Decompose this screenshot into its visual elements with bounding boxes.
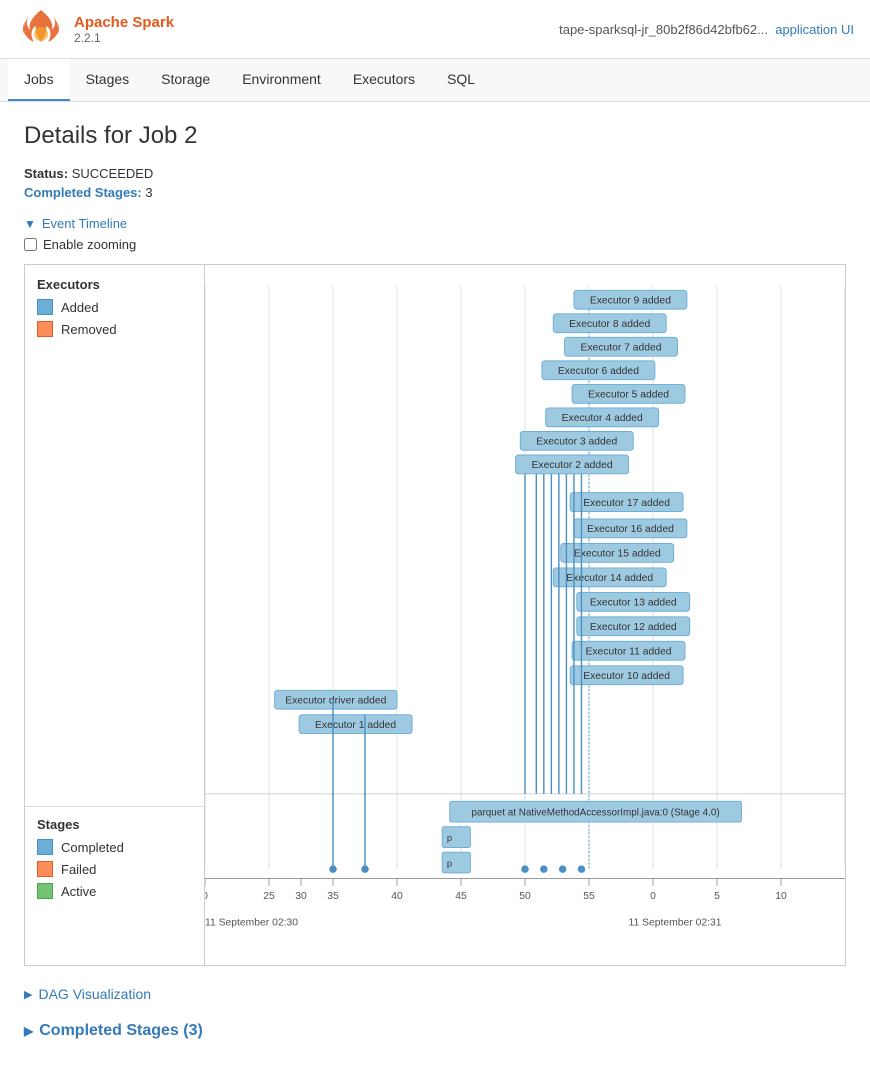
status-line: Status: SUCCEEDED bbox=[24, 166, 846, 181]
nav-jobs[interactable]: Jobs bbox=[8, 59, 70, 101]
timeline-svg: Executor 9 added Executor 8 added Execut… bbox=[205, 265, 845, 965]
svg-text:Executor 11 added: Executor 11 added bbox=[585, 647, 671, 658]
svg-text:Executor 1 added: Executor 1 added bbox=[315, 720, 396, 731]
enable-zoom-checkbox[interactable] bbox=[24, 238, 37, 251]
legend-removed-box bbox=[37, 321, 53, 337]
legend-removed: Removed bbox=[25, 318, 204, 340]
enable-zoom-row: Enable zooming bbox=[24, 237, 846, 252]
svg-text:0: 0 bbox=[650, 891, 656, 902]
legend-added: Added bbox=[25, 296, 204, 318]
dag-toggle[interactable]: ▶ DAG Visualization bbox=[24, 986, 846, 1002]
main-content: Details for Job 2 Status: SUCCEEDED Comp… bbox=[0, 102, 870, 1060]
svg-text:5: 5 bbox=[714, 891, 720, 902]
legend-executors-title: Executors bbox=[25, 273, 204, 296]
legend-removed-label: Removed bbox=[61, 322, 117, 337]
completed-stages-label: Completed Stages: bbox=[24, 185, 142, 200]
status-label: Status: bbox=[24, 166, 68, 181]
completed-stages-line: Completed Stages: 3 bbox=[24, 185, 846, 200]
svg-text:p: p bbox=[447, 832, 452, 843]
svg-text:parquet at NativeMethodAccesso: parquet at NativeMethodAccessorImpl.java… bbox=[472, 807, 720, 818]
svg-text:40: 40 bbox=[391, 891, 403, 902]
legend-active-label: Active bbox=[61, 884, 96, 899]
svg-text:Executor 9 added: Executor 9 added bbox=[590, 295, 671, 306]
spark-logo bbox=[16, 8, 66, 50]
legend-added-box bbox=[37, 299, 53, 315]
svg-text:55: 55 bbox=[583, 891, 595, 902]
enable-zoom-label: Enable zooming bbox=[43, 237, 136, 252]
svg-text:Executor 16 added: Executor 16 added bbox=[587, 524, 674, 535]
legend-completed-label: Completed bbox=[61, 840, 124, 855]
header: Apache Spark 2.2.1 tape-sparksql-jr_80b2… bbox=[0, 0, 870, 59]
spark-wordmark: Apache Spark bbox=[74, 14, 174, 31]
svg-text:Executor 13 added: Executor 13 added bbox=[590, 598, 677, 609]
spark-version: 2.2.1 bbox=[74, 31, 174, 45]
completed-stages-count: 3 bbox=[145, 185, 152, 200]
svg-text:30: 30 bbox=[295, 891, 307, 902]
nav-sql[interactable]: SQL bbox=[431, 59, 491, 101]
svg-text:Executor driver added: Executor driver added bbox=[285, 695, 386, 706]
svg-text:11 September 02:30: 11 September 02:30 bbox=[205, 918, 298, 929]
main-nav: Jobs Stages Storage Environment Executor… bbox=[0, 59, 870, 102]
svg-text:Executor 7 added: Executor 7 added bbox=[580, 343, 661, 354]
svg-text:Executor 14 added: Executor 14 added bbox=[566, 573, 653, 584]
dag-label[interactable]: DAG Visualization bbox=[38, 986, 151, 1002]
legend-stages-title: Stages bbox=[25, 813, 204, 836]
svg-text:Executor 15 added: Executor 15 added bbox=[574, 549, 661, 560]
legend-divider bbox=[25, 806, 204, 807]
svg-text:0: 0 bbox=[205, 891, 208, 902]
toggle-arrow-icon: ▼ bbox=[24, 217, 36, 231]
svg-text:25: 25 bbox=[263, 891, 275, 902]
svg-text:10: 10 bbox=[775, 891, 787, 902]
legend-failed-box bbox=[37, 861, 53, 877]
legend-active-box bbox=[37, 883, 53, 899]
nav-environment[interactable]: Environment bbox=[226, 59, 337, 101]
svg-text:Executor 12 added: Executor 12 added bbox=[590, 622, 677, 633]
svg-text:Executor 10 added: Executor 10 added bbox=[583, 671, 670, 682]
dag-arrow-icon: ▶ bbox=[24, 988, 32, 1001]
svg-text:45: 45 bbox=[455, 891, 467, 902]
svg-text:Executor 17 added: Executor 17 added bbox=[583, 498, 670, 509]
event-timeline-toggle[interactable]: ▼ Event Timeline bbox=[24, 216, 846, 231]
legend-failed-label: Failed bbox=[61, 862, 96, 877]
completed-stages-header[interactable]: ▶ Completed Stages (3) bbox=[24, 1022, 846, 1040]
timeline-legend: Executors Added Removed Stages Completed bbox=[25, 265, 205, 965]
legend-completed-box bbox=[37, 839, 53, 855]
event-timeline-label[interactable]: Event Timeline bbox=[42, 216, 127, 231]
legend-added-label: Added bbox=[61, 300, 99, 315]
svg-text:Executor 2 added: Executor 2 added bbox=[532, 460, 613, 471]
timeline-container: Executors Added Removed Stages Completed bbox=[24, 264, 846, 966]
completed-stages-link[interactable]: Completed Stages: bbox=[24, 185, 145, 200]
spark-flame-icon bbox=[16, 8, 66, 44]
svg-text:Executor 6 added: Executor 6 added bbox=[558, 366, 639, 377]
timeline-inner: Executors Added Removed Stages Completed bbox=[25, 265, 845, 965]
svg-text:11 September 02:31: 11 September 02:31 bbox=[629, 918, 722, 929]
legend-completed: Completed bbox=[25, 836, 204, 858]
svg-text:Executor 3 added: Executor 3 added bbox=[536, 437, 617, 448]
svg-text:50: 50 bbox=[519, 891, 531, 902]
page-title: Details for Job 2 bbox=[24, 122, 846, 150]
timeline-chart: Executor 9 added Executor 8 added Execut… bbox=[205, 265, 845, 965]
app-id: tape-sparksql-jr_80b2f86d42bfb62... bbox=[559, 22, 768, 37]
app-link[interactable]: application UI bbox=[775, 22, 854, 37]
svg-text:Executor 5 added: Executor 5 added bbox=[588, 390, 669, 401]
completed-stages-title[interactable]: Completed Stages (3) bbox=[39, 1022, 203, 1040]
legend-failed: Failed bbox=[25, 858, 204, 880]
nav-storage[interactable]: Storage bbox=[145, 59, 226, 101]
nav-stages[interactable]: Stages bbox=[70, 59, 146, 101]
executor-rows-spacer bbox=[25, 340, 204, 800]
completed-stages-arrow-icon: ▶ bbox=[24, 1024, 33, 1038]
svg-text:p: p bbox=[447, 857, 452, 868]
app-info: tape-sparksql-jr_80b2f86d42bfb62... appl… bbox=[559, 22, 854, 37]
nav-executors[interactable]: Executors bbox=[337, 59, 431, 101]
svg-text:Executor 4 added: Executor 4 added bbox=[562, 413, 643, 424]
svg-text:Executor 8 added: Executor 8 added bbox=[569, 319, 650, 330]
svg-text:35: 35 bbox=[327, 891, 339, 902]
status-value: SUCCEEDED bbox=[72, 166, 154, 181]
legend-active: Active bbox=[25, 880, 204, 902]
logo-area: Apache Spark 2.2.1 bbox=[16, 8, 174, 50]
